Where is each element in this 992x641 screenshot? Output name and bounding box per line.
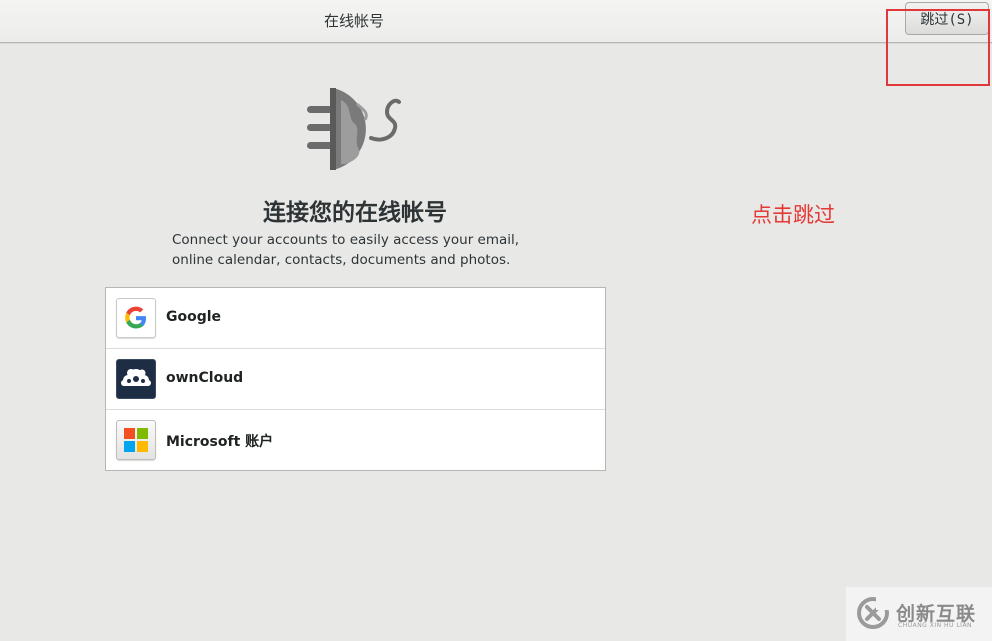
microsoft-icon xyxy=(116,420,156,460)
goa-plug-globe-icon xyxy=(307,88,401,170)
provider-list: Google ownCloud Microsoft 账户 xyxy=(105,287,606,471)
watermark-logo-icon xyxy=(857,596,890,629)
window-title: 在线帐号 xyxy=(324,12,385,30)
description-line-1: Connect your accounts to easily access y… xyxy=(172,232,520,248)
provider-label-microsoft: Microsoft 账户 xyxy=(166,434,274,450)
watermark: 创新互联 CHUANG XIN HU LIAN xyxy=(846,587,992,641)
provider-label-owncloud: ownCloud xyxy=(166,370,244,386)
annotation-text: 点击跳过 xyxy=(751,203,835,227)
annotation-highlight-box xyxy=(886,9,990,86)
provider-label-google: Google xyxy=(166,309,222,325)
header-bar: 在线帐号 跳过(S) xyxy=(0,0,992,43)
provider-row-owncloud[interactable]: ownCloud xyxy=(106,349,605,410)
page-title: 连接您的在线帐号 xyxy=(263,200,447,226)
provider-row-microsoft[interactable]: Microsoft 账户 xyxy=(106,410,605,471)
google-icon xyxy=(116,298,156,338)
owncloud-icon xyxy=(116,359,156,399)
provider-row-google[interactable]: Google xyxy=(106,288,605,349)
description-line-2: online calendar, contacts, documents and… xyxy=(172,252,511,268)
watermark-subtext: CHUANG XIN HU LIAN xyxy=(898,622,973,629)
page-description: Connect your accounts to easily access y… xyxy=(172,230,532,270)
